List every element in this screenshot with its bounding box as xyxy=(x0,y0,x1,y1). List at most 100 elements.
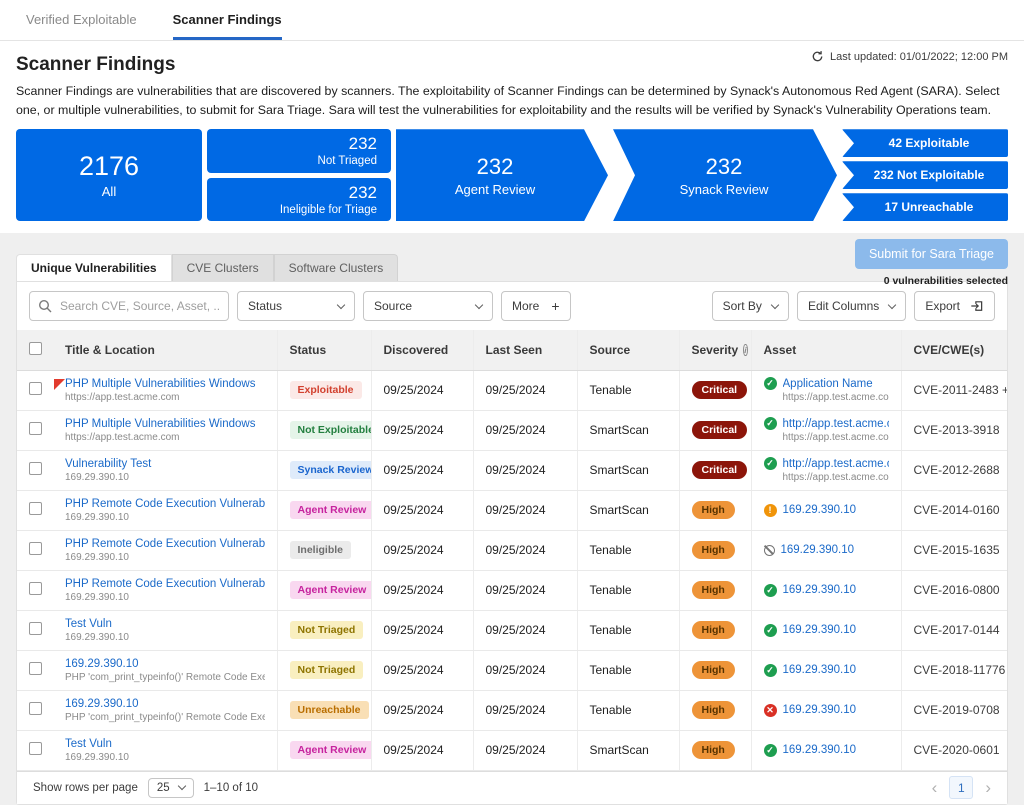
search-box xyxy=(29,291,229,321)
edit-columns-dropdown[interactable]: Edit Columns xyxy=(797,291,906,321)
severity-badge: High xyxy=(692,741,735,759)
asset-link[interactable]: 169.29.390.10 xyxy=(783,704,857,716)
asset-cell: ✓169.29.390.10 xyxy=(751,730,901,770)
severity-badge: High xyxy=(692,621,735,639)
row-checkbox[interactable] xyxy=(29,502,42,515)
tab-verified-exploitable[interactable]: Verified Exploitable xyxy=(26,0,137,40)
asset-check-icon: ✓ xyxy=(764,584,777,597)
sort-by-dropdown[interactable]: Sort By xyxy=(712,291,789,321)
asset-link[interactable]: 169.29.390.10 xyxy=(783,624,857,636)
discovered-cell: 09/25/2024 xyxy=(371,650,473,690)
status-badge: Not Triaged xyxy=(290,621,364,639)
funnel-stage-agent-review[interactable]: 232 Agent Review xyxy=(396,129,608,221)
asset-link[interactable]: http://app.test.acme.com xyxy=(783,418,889,430)
finding-title-link[interactable]: Vulnerability Test xyxy=(65,458,265,470)
finding-title-link[interactable]: Test Vuln xyxy=(65,618,265,630)
status-filter-dropdown[interactable]: Status xyxy=(237,291,355,321)
column-severity[interactable]: Severity i xyxy=(679,330,751,370)
export-button[interactable]: Export xyxy=(914,291,995,321)
funnel-outcome-unreachable[interactable]: 17 Unreachable xyxy=(842,193,1008,221)
discovered-cell: 09/25/2024 xyxy=(371,450,473,490)
severity-badge: High xyxy=(692,501,735,519)
tab-software-clusters[interactable]: Software Clusters xyxy=(274,254,399,281)
asset-link[interactable]: 169.29.390.10 xyxy=(783,664,857,676)
column-last-seen[interactable]: Last Seen xyxy=(473,330,577,370)
prev-page-button[interactable]: ‹ xyxy=(932,779,938,796)
status-cell: Unreachable xyxy=(277,690,371,730)
finding-title-link[interactable]: 169.29.390.10 xyxy=(65,698,265,710)
row-checkbox[interactable] xyxy=(29,462,42,475)
rows-per-page-select[interactable]: 25 xyxy=(148,778,194,798)
row-checkbox[interactable] xyxy=(29,582,42,595)
more-filters-button[interactable]: More + xyxy=(501,291,571,321)
column-cve[interactable]: CVE/CWE(s) xyxy=(901,330,1007,370)
selected-count-note: 0 vulnerabilities selected xyxy=(855,275,1008,287)
current-page-button[interactable]: 1 xyxy=(949,776,973,799)
column-title-location[interactable]: Title & Location xyxy=(53,330,277,370)
select-all-checkbox[interactable] xyxy=(29,342,42,355)
asset-link[interactable]: 169.29.390.10 xyxy=(781,544,855,556)
asset-link[interactable]: 169.29.390.10 xyxy=(783,584,857,596)
next-page-button[interactable]: › xyxy=(985,779,991,796)
title-location-cell: PHP Multiple Vulnerabilities Windows http… xyxy=(53,410,277,450)
column-status[interactable]: Status xyxy=(277,330,371,370)
funnel-stage-ineligible[interactable]: 232 Ineligible for Triage xyxy=(207,178,391,222)
finding-title-link[interactable]: PHP Remote Code Execution Vulnerability xyxy=(65,538,265,550)
more-filters-label: More xyxy=(512,299,539,313)
source-filter-dropdown[interactable]: Source xyxy=(363,291,493,321)
cve-cell: CVE-2013-3918 xyxy=(901,410,1007,450)
asset-link[interactable]: http://app.test.acme.com xyxy=(783,458,889,470)
column-asset[interactable]: Asset xyxy=(751,330,901,370)
finding-title-link[interactable]: PHP Multiple Vulnerabilities Windows xyxy=(65,378,265,390)
row-checkbox[interactable] xyxy=(29,662,42,675)
row-checkbox[interactable] xyxy=(29,702,42,715)
row-checkbox[interactable] xyxy=(29,742,42,755)
export-icon xyxy=(970,299,984,313)
tab-scanner-findings[interactable]: Scanner Findings xyxy=(173,0,282,40)
cve-cell: CVE-2012-2688 xyxy=(901,450,1007,490)
row-checkbox[interactable] xyxy=(29,422,42,435)
row-checkbox[interactable] xyxy=(29,542,42,555)
info-icon[interactable]: i xyxy=(743,344,747,356)
funnel-outcome-not-exploitable[interactable]: 232 Not Exploitable xyxy=(842,161,1008,189)
status-badge: Agent Review xyxy=(290,741,372,759)
finding-title-link[interactable]: PHP Remote Code Execution Vulnerability xyxy=(65,498,265,510)
funnel-stage-synack-review[interactable]: 232 Synack Review xyxy=(613,129,837,221)
funnel-stage-all[interactable]: 2176 All xyxy=(16,129,202,221)
column-discovered[interactable]: Discovered xyxy=(371,330,473,370)
source-cell: SmartScan xyxy=(577,450,679,490)
column-source[interactable]: Source xyxy=(577,330,679,370)
finding-location: https://app.test.acme.com xyxy=(65,432,265,443)
search-icon xyxy=(38,299,52,313)
finding-title-link[interactable]: 169.29.390.10 xyxy=(65,658,265,670)
finding-title-link[interactable]: PHP Multiple Vulnerabilities Windows xyxy=(65,418,265,430)
last-seen-cell: 09/25/2024 xyxy=(473,370,577,410)
funnel-stage-not-triaged[interactable]: 232 Not Triaged xyxy=(207,129,391,173)
last-seen-cell: 09/25/2024 xyxy=(473,490,577,530)
asset-link[interactable]: Application Name xyxy=(783,378,873,390)
refresh-icon[interactable] xyxy=(811,50,824,63)
funnel-outcome-exploitable[interactable]: 42 Exploitable xyxy=(842,129,1008,157)
pagination-bar: Show rows per page 25 1–10 of 10 ‹ 1 › xyxy=(17,771,1007,804)
cve-cell: CVE-2018-11776 xyxy=(901,650,1007,690)
last-seen-cell: 09/25/2024 xyxy=(473,610,577,650)
last-seen-cell: 09/25/2024 xyxy=(473,730,577,770)
row-checkbox[interactable] xyxy=(29,622,42,635)
submit-sara-triage-button[interactable]: Submit for Sara Triage xyxy=(855,239,1008,269)
row-checkbox[interactable] xyxy=(29,382,42,395)
ineligible-count: 232 xyxy=(349,183,377,203)
finding-title-link[interactable]: PHP Remote Code Execution Vulnerability xyxy=(65,578,265,590)
row-select-cell xyxy=(17,570,53,610)
cve-cell: CVE-2015-1635 xyxy=(901,530,1007,570)
search-input[interactable] xyxy=(29,291,229,321)
title-location-cell: Test Vuln169.29.390.10 xyxy=(53,730,277,770)
tab-unique-vulnerabilities[interactable]: Unique Vulnerabilities xyxy=(16,254,172,281)
asset-link[interactable]: 169.29.390.10 xyxy=(783,744,857,756)
asset-cell: ✓http://app.test.acme.comhttps://app.tes… xyxy=(751,410,901,450)
source-cell: Tenable xyxy=(577,610,679,650)
title-location-cell: PHP Multiple Vulnerabilities Windowshttp… xyxy=(53,370,277,410)
tab-cve-clusters[interactable]: CVE Clusters xyxy=(172,254,274,281)
finding-title-link[interactable]: Test Vuln xyxy=(65,738,265,750)
row-select-cell xyxy=(17,410,53,450)
asset-link[interactable]: 169.29.390.10 xyxy=(783,504,857,516)
